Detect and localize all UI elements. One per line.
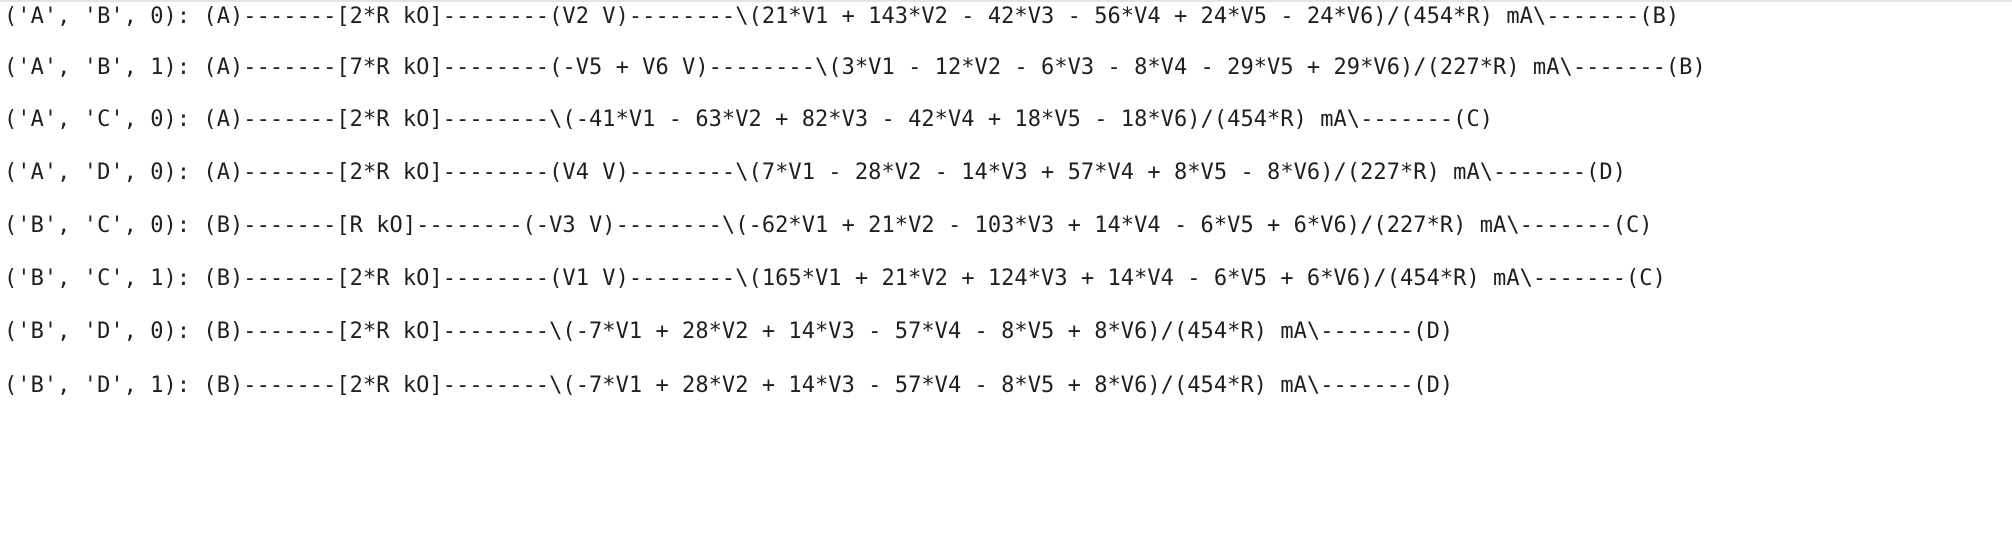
output-line-ab1: ('A', 'B', 1): (A)-------[7*R kO]-------…: [4, 55, 1706, 80]
output-line-bd0: ('B', 'D', 0): (B)-------[2*R kO]-------…: [4, 319, 1454, 344]
output-line-bc1: ('B', 'C', 1): (B)-------[2*R kO]-------…: [4, 266, 1666, 291]
output-line-bc0: ('B', 'C', 0): (B)-------[R kO]--------(…: [4, 213, 1653, 238]
output-line-bd1: ('B', 'D', 1): (B)-------[2*R kO]-------…: [4, 373, 1454, 398]
text-output-panel: ('A', 'B', 0): (A)-------[2*R kO]-------…: [0, 0, 2012, 536]
output-line-ab0: ('A', 'B', 0): (A)-------[2*R kO]-------…: [4, 4, 1680, 29]
output-line-ad0: ('A', 'D', 0): (A)-------[2*R kO]-------…: [4, 160, 1627, 185]
output-line-ac0: ('A', 'C', 0): (A)-------[2*R kO]-------…: [4, 107, 1494, 132]
